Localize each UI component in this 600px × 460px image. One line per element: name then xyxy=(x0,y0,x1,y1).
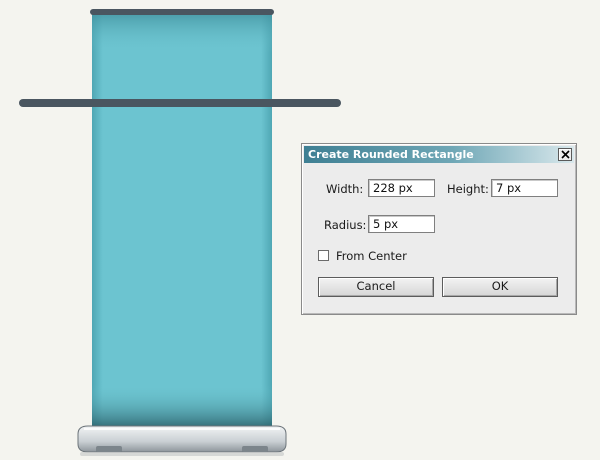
rounded-rect-bar xyxy=(19,99,341,107)
base-top-line xyxy=(84,428,280,430)
radius-field[interactable]: 5 px xyxy=(368,215,435,233)
close-icon xyxy=(561,150,570,159)
top-rod xyxy=(90,9,274,15)
banner-top-shade xyxy=(92,12,272,52)
height-label: Height: xyxy=(447,182,489,196)
dialog-title: Create Rounded Rectangle xyxy=(308,148,474,161)
height-field[interactable]: 7 px xyxy=(491,179,558,197)
banner-panel xyxy=(92,12,272,432)
radius-label: Radius: xyxy=(324,218,367,232)
banner-bottom-shade xyxy=(92,385,272,432)
from-center-checkbox[interactable] xyxy=(318,250,329,261)
cancel-button[interactable]: Cancel xyxy=(318,277,434,297)
width-field[interactable]: 228 px xyxy=(368,179,435,197)
close-button[interactable] xyxy=(558,148,572,161)
width-label: Width: xyxy=(326,182,364,196)
base-shadow xyxy=(80,452,284,456)
base-foot-left xyxy=(96,446,122,452)
dialog-titlebar[interactable]: Create Rounded Rectangle xyxy=(304,146,574,163)
create-rounded-rectangle-dialog: Create Rounded Rectangle Width: 228 px H… xyxy=(301,143,577,315)
ok-button[interactable]: OK xyxy=(442,277,558,297)
base-foot-right xyxy=(242,446,268,452)
from-center-label[interactable]: From Center xyxy=(336,249,407,263)
